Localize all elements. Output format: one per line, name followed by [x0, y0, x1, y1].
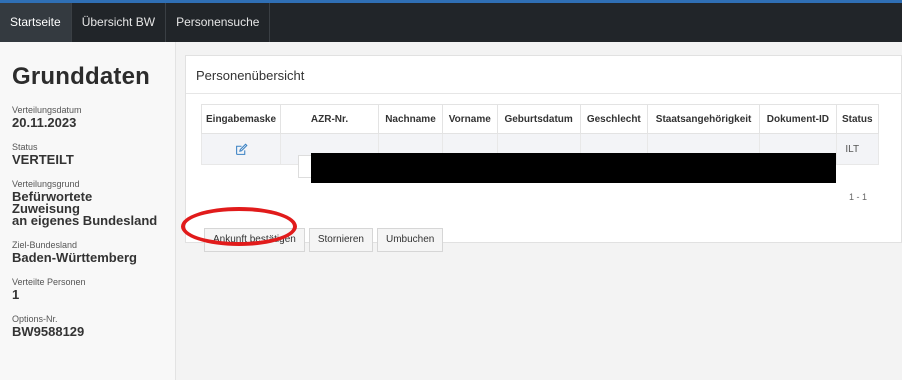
field-label: Status: [12, 142, 38, 152]
edit-icon[interactable]: [235, 142, 248, 156]
col-geschlecht[interactable]: Geschlecht: [579, 104, 649, 134]
main-content: Personenübersicht Eingabemaske AZR-Nr. N…: [176, 42, 902, 380]
col-nachname[interactable]: Nachname: [378, 104, 443, 134]
pagination-info: 1 - 1: [848, 192, 867, 202]
col-geburtsdatum[interactable]: Geburtsdatum: [496, 104, 581, 134]
field-label: Options-Nr.: [12, 314, 58, 324]
field-label: Verteilungsgrund: [12, 179, 80, 189]
sidebar: Grunddaten Verteilungsdatum 20.11.2023 S…: [0, 42, 176, 380]
rebook-button[interactable]: Umbuchen: [376, 228, 444, 252]
person-overview-panel: Personenübersicht Eingabemaske AZR-Nr. N…: [185, 55, 902, 252]
edit-cell: [200, 133, 282, 165]
field-verteilungsgrund: Verteilungsgrund Befürwortete Zuweisung …: [12, 179, 163, 227]
col-staatsangehoerigkeit[interactable]: Staatsangehörigkeit: [647, 104, 761, 134]
col-vorname[interactable]: Vorname: [441, 104, 498, 134]
field-value: VERTEILT: [12, 152, 74, 167]
field-options-nr: Options-Nr. BW9588129: [12, 314, 163, 338]
top-navigation: Startseite Übersicht BW Personensuche: [0, 0, 902, 42]
tab-uebersicht-bw[interactable]: Übersicht BW: [72, 3, 167, 42]
panel-title: Personenübersicht: [196, 68, 305, 83]
field-ziel-bundesland: Ziel-Bundesland Baden-Württemberg: [12, 240, 163, 264]
tab-personensuche[interactable]: Personensuche: [166, 3, 271, 42]
field-value: Baden-Württemberg: [12, 250, 137, 265]
cancel-button[interactable]: Stornieren: [308, 228, 373, 252]
page-title: Grunddaten: [12, 63, 150, 90]
divider: [186, 93, 902, 94]
field-value: BW9588129: [12, 324, 85, 339]
field-value-line2: an eigenes Bundesland: [12, 213, 158, 228]
tab-startseite[interactable]: Startseite: [0, 3, 72, 42]
field-verteilte-personen: Verteilte Personen 1: [12, 277, 163, 301]
field-label: Ziel-Bundesland: [12, 240, 78, 250]
table-header-row: Eingabemaske AZR-Nr. Nachname Vorname Ge…: [200, 104, 880, 134]
highlight-circle: [181, 207, 297, 246]
cell-status: ILT: [835, 133, 880, 165]
col-dokument-id[interactable]: Dokument-ID: [759, 104, 837, 134]
field-value: 20.11.2023: [12, 115, 77, 130]
field-verteilungsdatum: Verteilungsdatum 20.11.2023: [12, 105, 163, 129]
field-value-line1: Befürwortete Zuweisung: [12, 189, 93, 216]
field-status: Status VERTEILT: [12, 142, 163, 166]
field-label: Verteilungsdatum: [12, 105, 82, 115]
redaction-bar: [311, 153, 836, 183]
field-label: Verteilte Personen: [12, 277, 86, 287]
col-azr-nr[interactable]: AZR-Nr.: [280, 104, 380, 134]
col-status[interactable]: Status: [835, 104, 880, 134]
col-eingabemaske[interactable]: Eingabemaske: [200, 104, 282, 134]
field-value: 1: [12, 287, 20, 302]
